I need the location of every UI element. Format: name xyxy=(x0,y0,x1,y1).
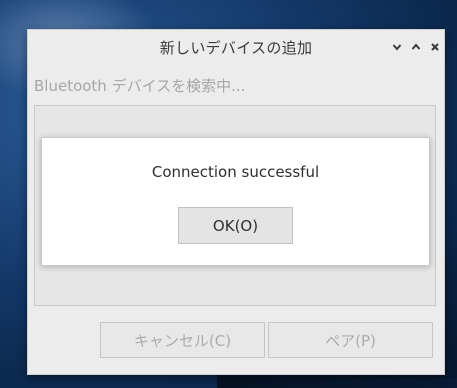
dialog-message: Connection successful xyxy=(151,163,320,181)
minimize-button[interactable] xyxy=(389,39,405,55)
chevron-up-icon xyxy=(411,43,421,50)
title-bar[interactable]: 新しいデバイスの追加 xyxy=(28,30,444,64)
chevron-down-icon xyxy=(392,44,402,51)
close-button[interactable] xyxy=(427,39,443,55)
search-status-label: Bluetooth デバイスを検索中... xyxy=(34,77,246,95)
window-title: 新しいデバイスの追加 xyxy=(159,39,313,57)
maximize-button[interactable] xyxy=(408,39,424,55)
pair-button[interactable]: ペア(P) xyxy=(268,322,433,358)
ok-button[interactable]: OK(O) xyxy=(178,207,293,244)
connection-dialog: Connection successful OK(O) xyxy=(41,137,430,266)
cancel-button[interactable]: キャンセル(C) xyxy=(100,322,265,358)
close-icon xyxy=(431,43,439,51)
